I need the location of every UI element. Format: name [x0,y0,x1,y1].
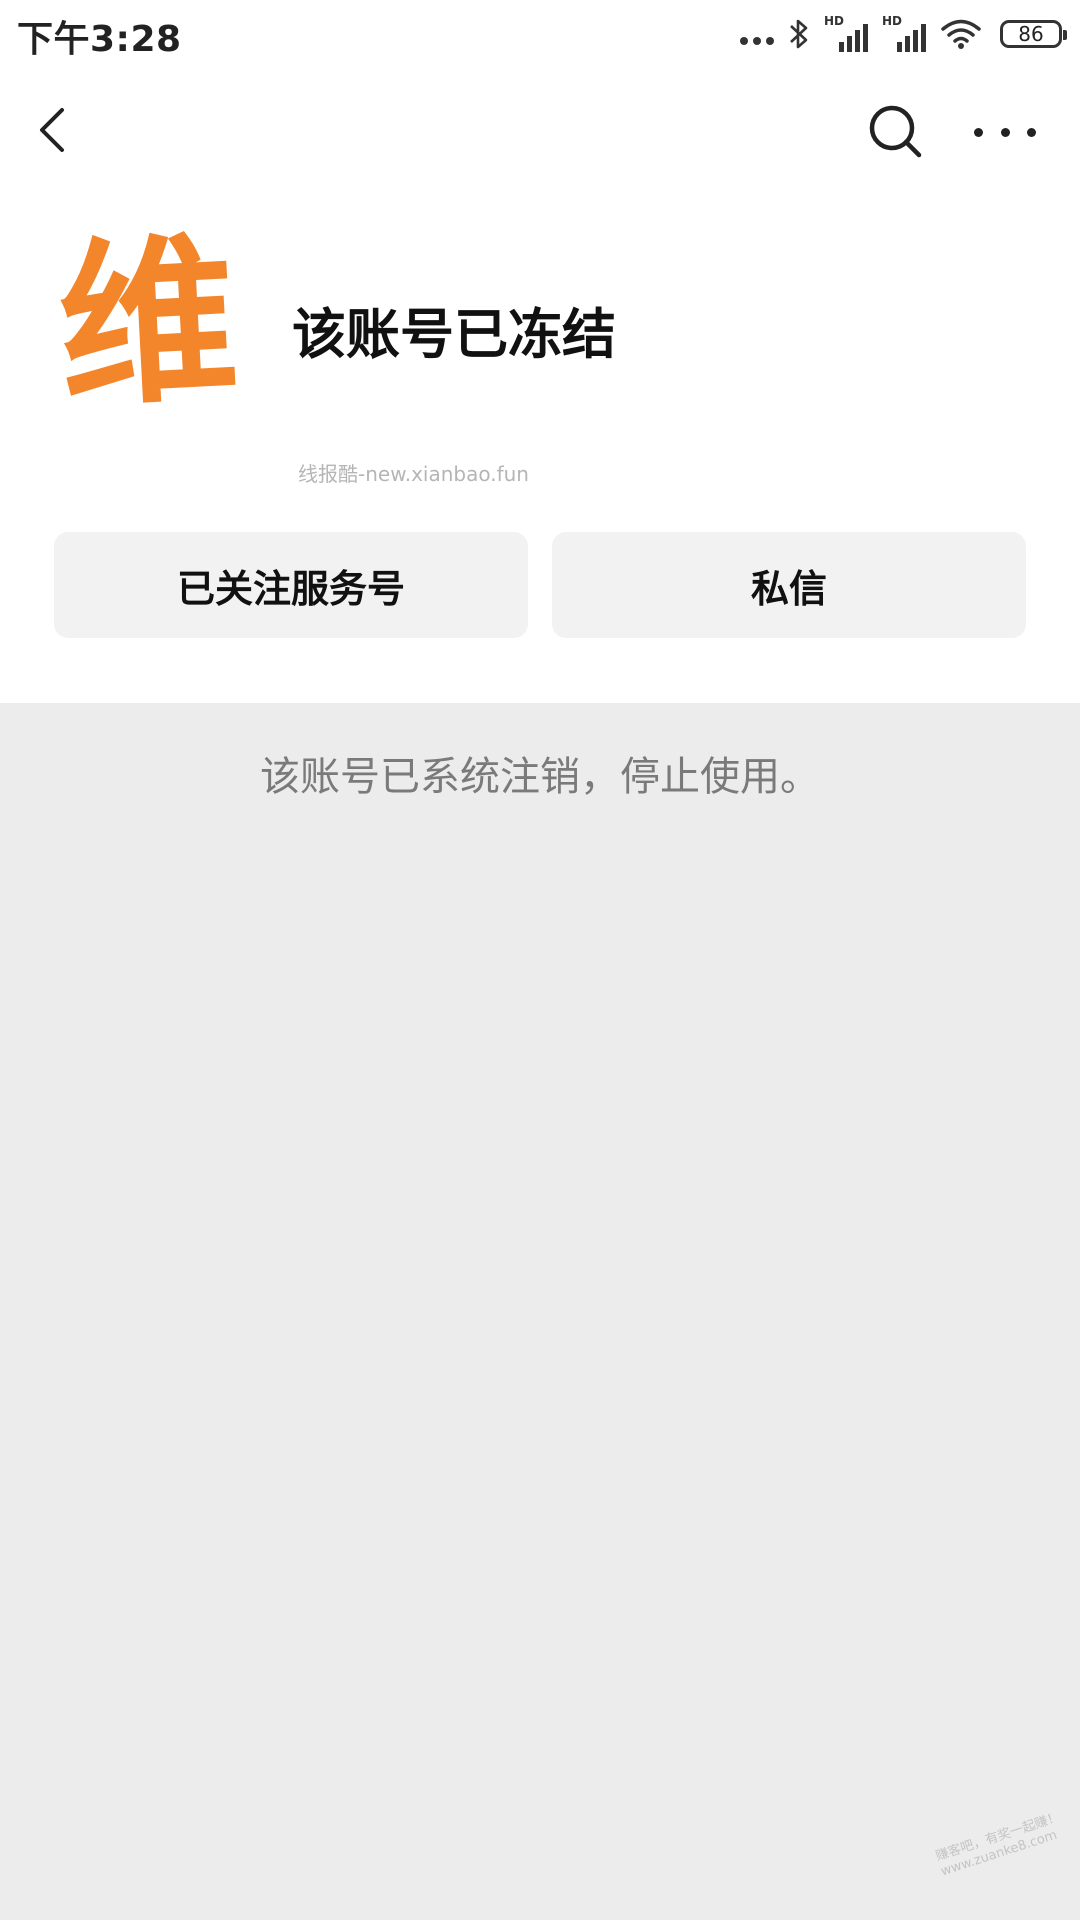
back-chevron-icon[interactable] [30,100,80,160]
bluetooth-icon [790,19,808,49]
more-options-icon[interactable] [974,112,1036,152]
account-avatar: 维 [53,215,243,432]
wifi-icon [941,19,981,49]
cell-signal-1-icon: HD [824,14,868,54]
site-watermark: 线报酷-new.xianbao.fun [298,462,529,486]
notification-dots-icon [740,37,774,45]
zuanke-watermark: 赚客吧，有奖一起赚！ www.zuanke8.com [934,1810,1067,1880]
status-icons: HD HD 86 [740,12,1067,56]
cell-signal-2-icon: HD [882,14,926,54]
account-cancelled-notice: 该账号已系统注销，停止使用。 [260,754,820,800]
status-time: 下午3:28 [17,19,182,60]
followed-service-account-button[interactable]: 已关注服务号 [54,532,528,638]
account-name: 该账号已冻结 [292,303,616,366]
search-icon[interactable] [866,102,926,162]
private-message-button[interactable]: 私信 [552,532,1026,638]
battery-indicator: 86 [1000,20,1067,48]
